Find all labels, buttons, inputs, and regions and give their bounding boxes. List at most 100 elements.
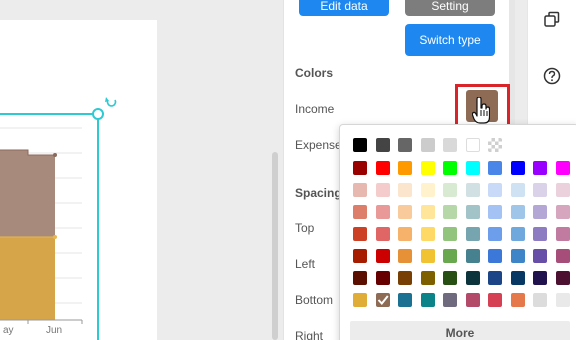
colors-section-title: Colors: [295, 66, 334, 80]
color-swatch[interactable]: [353, 293, 367, 307]
color-swatch[interactable]: [465, 138, 480, 152]
color-picker-popup: More: [339, 124, 576, 340]
color-swatch[interactable]: [555, 161, 570, 175]
color-swatch[interactable]: [443, 161, 457, 175]
color-swatch[interactable]: [398, 205, 412, 219]
color-swatch[interactable]: [375, 271, 390, 285]
color-swatch[interactable]: [533, 271, 547, 285]
color-swatch[interactable]: [375, 293, 390, 307]
color-swatch[interactable]: [555, 205, 570, 219]
setting-button[interactable]: Setting: [405, 0, 495, 16]
color-swatch[interactable]: [420, 205, 435, 219]
color-swatch[interactable]: [555, 293, 570, 307]
transparent-swatch[interactable]: [488, 138, 502, 152]
color-swatch[interactable]: [510, 227, 525, 241]
color-swatch[interactable]: [398, 249, 412, 263]
color-swatch[interactable]: [420, 227, 435, 241]
color-swatch[interactable]: [420, 138, 435, 152]
copy-icon[interactable]: [542, 10, 562, 30]
color-swatch[interactable]: [375, 138, 390, 152]
color-swatch[interactable]: [353, 249, 367, 263]
edit-data-button[interactable]: Edit data: [299, 0, 389, 16]
color-swatch[interactable]: [398, 138, 412, 152]
color-swatch[interactable]: [510, 249, 525, 263]
x-tick-label-jun: Jun: [46, 325, 62, 336]
color-swatch[interactable]: [488, 161, 502, 175]
color-swatch[interactable]: [353, 138, 367, 152]
color-swatch[interactable]: [375, 161, 390, 175]
color-swatch[interactable]: [533, 183, 547, 197]
color-swatch[interactable]: [488, 271, 502, 285]
color-swatch[interactable]: [353, 205, 367, 219]
color-swatch[interactable]: [510, 205, 525, 219]
color-swatch[interactable]: [443, 205, 457, 219]
income-label: Income: [295, 102, 335, 116]
color-swatch[interactable]: [443, 138, 457, 152]
color-swatch[interactable]: [465, 183, 480, 197]
color-swatch[interactable]: [375, 183, 390, 197]
color-swatch[interactable]: [465, 293, 480, 307]
color-swatch[interactable]: [555, 249, 570, 263]
color-swatch[interactable]: [398, 183, 412, 197]
color-swatch[interactable]: [555, 271, 570, 285]
color-swatch[interactable]: [375, 227, 390, 241]
canvas-area: ay Jun: [0, 0, 283, 340]
chart[interactable]: ay Jun: [0, 0, 283, 340]
color-swatch[interactable]: [533, 227, 547, 241]
color-swatch[interactable]: [353, 227, 367, 241]
color-swatch[interactable]: [488, 249, 502, 263]
color-swatch[interactable]: [353, 161, 367, 175]
bottom-spacing-label: Bottom: [295, 293, 334, 307]
color-swatch[interactable]: [510, 293, 525, 307]
help-icon[interactable]: [542, 66, 562, 86]
color-swatch[interactable]: [533, 249, 547, 263]
series-area-expense[interactable]: [0, 237, 55, 320]
color-swatch[interactable]: [353, 183, 367, 197]
color-swatch[interactable]: [533, 205, 547, 219]
color-swatch[interactable]: [420, 249, 435, 263]
color-swatch[interactable]: [443, 293, 457, 307]
hand-cursor-icon: [472, 97, 490, 124]
color-swatch[interactable]: [443, 271, 457, 285]
color-swatch[interactable]: [420, 161, 435, 175]
more-colors-button[interactable]: More: [350, 321, 570, 340]
color-swatch[interactable]: [420, 293, 435, 307]
data-point-income-jun[interactable]: [53, 153, 57, 157]
expense-label: Expense: [295, 138, 342, 152]
color-swatch[interactable]: [533, 293, 547, 307]
color-swatch[interactable]: [488, 293, 502, 307]
color-swatch[interactable]: [488, 183, 502, 197]
color-swatch[interactable]: [398, 293, 412, 307]
color-swatch[interactable]: [443, 249, 457, 263]
top-spacing-label: Top: [295, 221, 315, 235]
canvas-scrollbar[interactable]: [272, 152, 278, 340]
rotate-icon[interactable]: [105, 97, 117, 107]
resize-handle[interactable]: [92, 108, 104, 120]
color-swatch[interactable]: [375, 205, 390, 219]
switch-type-button[interactable]: Switch type: [405, 24, 495, 56]
color-swatch[interactable]: [465, 227, 480, 241]
color-swatch[interactable]: [465, 205, 480, 219]
color-swatch[interactable]: [488, 227, 502, 241]
color-swatch[interactable]: [398, 161, 412, 175]
color-swatch[interactable]: [510, 271, 525, 285]
color-swatch[interactable]: [420, 271, 435, 285]
color-swatch[interactable]: [555, 183, 570, 197]
color-swatch[interactable]: [510, 161, 525, 175]
color-swatch[interactable]: [398, 227, 412, 241]
color-swatch[interactable]: [375, 249, 390, 263]
color-swatch[interactable]: [398, 271, 412, 285]
color-swatch[interactable]: [443, 183, 457, 197]
series-area-income[interactable]: [0, 150, 55, 237]
data-point-expense-jun[interactable]: [53, 235, 57, 239]
color-swatch[interactable]: [555, 227, 570, 241]
color-swatch[interactable]: [465, 161, 480, 175]
color-swatch[interactable]: [533, 161, 547, 175]
color-swatch[interactable]: [465, 249, 480, 263]
color-swatch[interactable]: [420, 183, 435, 197]
color-swatch[interactable]: [510, 183, 525, 197]
color-swatch[interactable]: [488, 205, 502, 219]
color-swatch[interactable]: [443, 227, 457, 241]
color-swatch[interactable]: [353, 271, 367, 285]
color-swatch[interactable]: [465, 271, 480, 285]
